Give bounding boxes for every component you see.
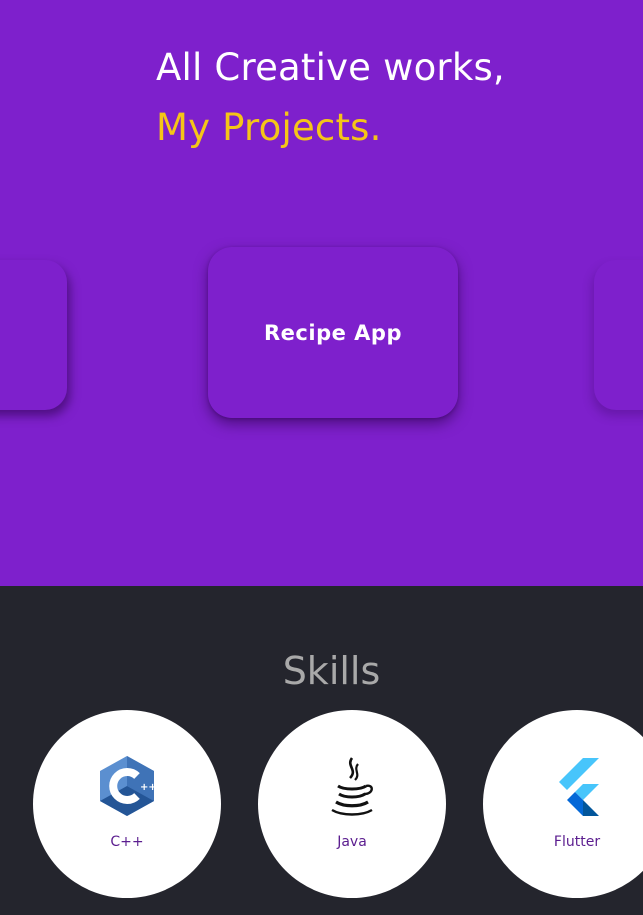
cpp-logo-icon: ++ (100, 756, 157, 816)
skills-title: Skills (282, 649, 381, 693)
project-card-previous[interactable] (0, 260, 67, 410)
skills-section: Skills ++ C++ Java Flutter (0, 586, 643, 915)
java-logo-icon (331, 757, 373, 816)
project-card-label: Recipe App (264, 321, 402, 345)
project-card[interactable]: Recipe App (208, 247, 458, 418)
skill-label: Java (337, 834, 367, 850)
projects-heading-line2: My Projects. (156, 106, 382, 149)
skill-item-flutter[interactable]: Flutter (483, 710, 643, 898)
svg-text:++: ++ (140, 782, 157, 793)
projects-section: All Creative works, My Projects. Recipe … (0, 0, 643, 586)
skill-label: C++ (110, 834, 144, 850)
flutter-logo-icon (559, 758, 599, 816)
skill-item-java[interactable]: Java (258, 710, 446, 898)
skill-label: Flutter (553, 834, 601, 850)
skill-item-cpp[interactable]: ++ C++ (33, 710, 221, 898)
project-card-next[interactable] (594, 260, 643, 410)
projects-heading-line1: All Creative works, (156, 46, 505, 89)
